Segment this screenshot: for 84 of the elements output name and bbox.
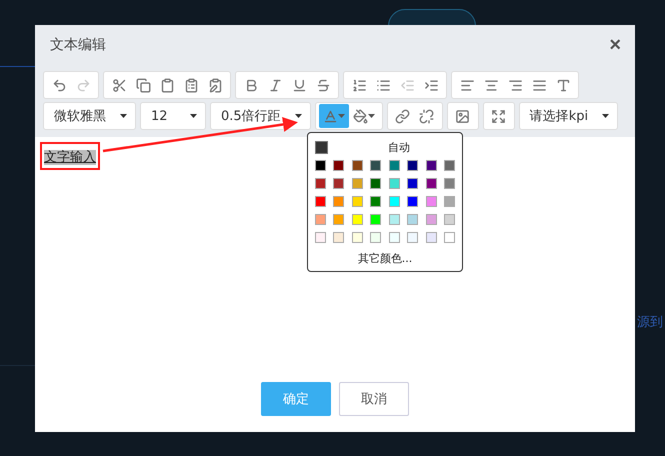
color-swatch[interactable] xyxy=(370,178,382,189)
redo-icon xyxy=(76,78,90,92)
dropdown[interactable]: 请选择kpi xyxy=(518,102,618,130)
color-swatch[interactable] xyxy=(352,196,363,207)
more-colors-option[interactable]: 其它颜色... xyxy=(358,248,412,266)
color-swatch[interactable] xyxy=(444,232,455,243)
color-swatch[interactable] xyxy=(352,160,363,171)
dropdown[interactable]: 12 xyxy=(140,102,206,130)
cancel-button[interactable]: 取消 xyxy=(339,382,409,416)
page-text: 源到 xyxy=(637,314,663,331)
color-swatch[interactable] xyxy=(388,196,400,207)
color-swatch[interactable] xyxy=(444,196,455,207)
justify-icon xyxy=(532,78,546,92)
italic-icon xyxy=(268,78,282,92)
strikethrough-icon xyxy=(316,78,330,92)
color-swatch[interactable] xyxy=(315,196,326,207)
caret-icon xyxy=(368,114,375,118)
color-swatch[interactable] xyxy=(388,178,400,189)
color-swatch[interactable] xyxy=(444,160,455,171)
unlink-icon xyxy=(419,108,434,124)
image-icon xyxy=(455,108,470,124)
clipboard-pen-icon xyxy=(208,78,222,92)
color-swatch[interactable] xyxy=(388,214,400,225)
auto-color-swatch[interactable] xyxy=(315,141,328,154)
color-swatch[interactable] xyxy=(407,160,418,171)
color-swatch[interactable] xyxy=(426,160,437,171)
align-left-icon xyxy=(460,78,474,92)
color-swatch[interactable] xyxy=(333,232,344,243)
color-swatch[interactable] xyxy=(370,196,382,207)
dropdown[interactable]: 微软雅黑 xyxy=(43,102,136,130)
dropdown[interactable]: 0.5倍行距 xyxy=(210,102,311,130)
bullet-list-icon xyxy=(376,78,390,92)
undo-icon xyxy=(52,78,66,92)
color-swatch[interactable] xyxy=(407,178,418,189)
link-icon xyxy=(395,108,410,124)
outdent-icon xyxy=(400,78,414,92)
underline-icon xyxy=(292,78,306,92)
color-swatch[interactable] xyxy=(352,232,363,243)
close-button[interactable]: × xyxy=(609,35,621,55)
expand-icon xyxy=(491,108,506,124)
auto-color-option[interactable]: 自动 xyxy=(388,140,410,155)
color-swatch[interactable] xyxy=(315,160,326,171)
ordered-list-icon xyxy=(352,78,366,92)
color-swatch[interactable] xyxy=(315,232,326,243)
color-swatch[interactable] xyxy=(370,160,382,171)
caret-icon xyxy=(294,114,302,118)
caret-icon xyxy=(602,114,610,118)
color-swatch[interactable] xyxy=(333,178,344,189)
clipboard-list-icon xyxy=(184,78,198,92)
copy-icon xyxy=(136,78,150,92)
color-swatch[interactable] xyxy=(407,214,418,225)
color-swatch[interactable] xyxy=(388,160,400,171)
color-swatch[interactable] xyxy=(444,178,455,189)
indent-icon xyxy=(424,78,438,92)
color-swatch[interactable] xyxy=(426,178,437,189)
color-swatch[interactable] xyxy=(407,196,418,207)
color-swatch[interactable] xyxy=(370,214,382,225)
color-swatch[interactable] xyxy=(370,232,382,243)
color-swatch[interactable] xyxy=(333,160,344,171)
color-swatch[interactable] xyxy=(333,196,344,207)
color-swatch[interactable] xyxy=(315,214,326,225)
align-right-icon xyxy=(508,78,522,92)
color-swatch[interactable] xyxy=(352,178,363,189)
color-swatch[interactable] xyxy=(333,214,344,225)
color-swatch[interactable] xyxy=(407,232,418,243)
font-color-button[interactable] xyxy=(318,104,349,128)
clipboard-icon xyxy=(160,78,174,92)
color-swatch[interactable] xyxy=(315,178,326,189)
scissors-icon xyxy=(112,78,126,92)
color-swatch[interactable] xyxy=(444,214,455,225)
caret-icon xyxy=(338,114,345,118)
color-swatch[interactable] xyxy=(426,214,437,225)
color-swatch[interactable] xyxy=(426,196,437,207)
align-center-icon xyxy=(484,78,498,92)
paint-bucket-icon xyxy=(352,108,368,124)
text-size-icon xyxy=(556,78,570,92)
caret-icon xyxy=(120,114,127,118)
font-color-icon xyxy=(322,108,338,124)
dialog-title: 文本编辑 xyxy=(50,36,106,54)
color-swatch[interactable] xyxy=(426,232,437,243)
color-swatch[interactable] xyxy=(388,232,400,243)
caret-icon xyxy=(190,114,197,118)
color-swatch[interactable] xyxy=(352,214,363,225)
selected-text: 文字输入 xyxy=(44,150,96,165)
